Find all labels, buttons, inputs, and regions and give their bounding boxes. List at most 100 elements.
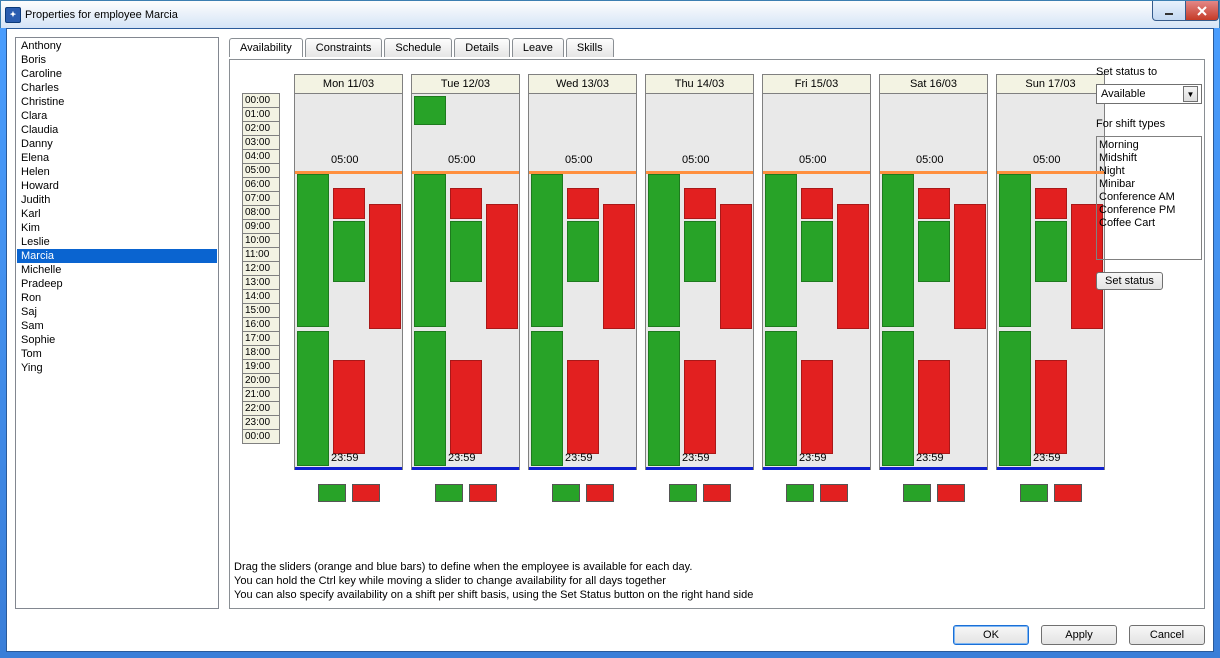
availability-block[interactable]: [999, 174, 1031, 327]
employee-item[interactable]: Ying: [17, 361, 217, 375]
unavailable-block[interactable]: [918, 360, 950, 454]
employee-item[interactable]: Pradeep: [17, 277, 217, 291]
availability-block[interactable]: [882, 174, 914, 327]
employee-item[interactable]: Danny: [17, 137, 217, 151]
shift-type-item[interactable]: Conference PM: [1099, 204, 1199, 217]
close-button[interactable]: [1185, 1, 1219, 21]
unavailable-block[interactable]: [1035, 360, 1067, 454]
availability-start-slider[interactable]: [997, 171, 1104, 174]
employee-item[interactable]: Christine: [17, 95, 217, 109]
availability-end-slider[interactable]: [880, 467, 987, 470]
shift-type-item[interactable]: Night: [1099, 165, 1199, 178]
unavailable-block[interactable]: [801, 188, 833, 219]
availability-block[interactable]: [918, 221, 950, 282]
day-body[interactable]: 05:0023:59: [645, 94, 754, 470]
employee-item[interactable]: Claudia: [17, 123, 217, 137]
employee-item[interactable]: Anthony: [17, 39, 217, 53]
availability-block[interactable]: [765, 174, 797, 327]
shift-type-item[interactable]: Minibar: [1099, 178, 1199, 191]
tab-details[interactable]: Details: [454, 38, 510, 57]
availability-block[interactable]: [648, 174, 680, 327]
employee-item[interactable]: Saj: [17, 305, 217, 319]
availability-block[interactable]: [882, 331, 914, 466]
unavailable-block[interactable]: [684, 360, 716, 454]
employee-list[interactable]: AnthonyBorisCarolineCharlesChristineClar…: [15, 37, 219, 609]
shift-types-list[interactable]: MorningMidshiftNightMinibarConference AM…: [1096, 136, 1202, 260]
availability-block[interactable]: [414, 331, 446, 466]
availability-block[interactable]: [531, 331, 563, 466]
unavailable-block[interactable]: [486, 204, 518, 329]
availability-block[interactable]: [1035, 221, 1067, 282]
employee-item[interactable]: Caroline: [17, 67, 217, 81]
tab-skills[interactable]: Skills: [566, 38, 614, 57]
unavailable-block[interactable]: [333, 360, 365, 454]
employee-item[interactable]: Karl: [17, 207, 217, 221]
availability-block[interactable]: [333, 221, 365, 282]
availability-block[interactable]: [765, 331, 797, 466]
availability-start-slider[interactable]: [763, 171, 870, 174]
employee-item[interactable]: Ron: [17, 291, 217, 305]
employee-item[interactable]: Boris: [17, 53, 217, 67]
tab-leave[interactable]: Leave: [512, 38, 564, 57]
apply-button[interactable]: Apply: [1041, 625, 1117, 645]
availability-block[interactable]: [297, 174, 329, 327]
availability-block[interactable]: [450, 221, 482, 282]
unavailable-block[interactable]: [684, 188, 716, 219]
availability-end-slider[interactable]: [646, 467, 753, 470]
day-body[interactable]: 05:0023:59: [411, 94, 520, 470]
shift-type-item[interactable]: Coffee Cart: [1099, 217, 1199, 230]
day-body[interactable]: 05:0023:59: [879, 94, 988, 470]
unavailable-block[interactable]: [954, 204, 986, 329]
availability-end-slider[interactable]: [997, 467, 1104, 470]
employee-item[interactable]: Sophie: [17, 333, 217, 347]
employee-item[interactable]: Howard: [17, 179, 217, 193]
availability-block[interactable]: [414, 174, 446, 327]
employee-item[interactable]: Leslie: [17, 235, 217, 249]
employee-item[interactable]: Clara: [17, 109, 217, 123]
unavailable-block[interactable]: [450, 360, 482, 454]
day-body[interactable]: 05:0023:59: [528, 94, 637, 470]
day-body[interactable]: 05:0023:59: [762, 94, 871, 470]
availability-block[interactable]: [648, 331, 680, 466]
tab-constraints[interactable]: Constraints: [305, 38, 383, 57]
day-body[interactable]: 05:0023:59: [996, 94, 1105, 470]
cancel-button[interactable]: Cancel: [1129, 625, 1205, 645]
tab-availability[interactable]: Availability: [229, 38, 303, 57]
employee-item[interactable]: Michelle: [17, 263, 217, 277]
availability-block[interactable]: [999, 331, 1031, 466]
unavailable-block[interactable]: [1035, 188, 1067, 219]
employee-item[interactable]: Judith: [17, 193, 217, 207]
employee-item[interactable]: Elena: [17, 151, 217, 165]
unavailable-block[interactable]: [567, 188, 599, 219]
day-body[interactable]: 05:0023:59: [294, 94, 403, 470]
shift-type-item[interactable]: Morning: [1099, 139, 1199, 152]
ok-button[interactable]: OK: [953, 625, 1029, 645]
employee-item[interactable]: Charles: [17, 81, 217, 95]
availability-block[interactable]: [531, 174, 563, 327]
availability-end-slider[interactable]: [763, 467, 870, 470]
employee-item[interactable]: Kim: [17, 221, 217, 235]
set-status-button[interactable]: Set status: [1096, 272, 1163, 290]
unavailable-block[interactable]: [801, 360, 833, 454]
unavailable-block[interactable]: [603, 204, 635, 329]
availability-block[interactable]: [684, 221, 716, 282]
unavailable-block[interactable]: [918, 188, 950, 219]
availability-start-slider[interactable]: [529, 171, 636, 174]
tab-schedule[interactable]: Schedule: [384, 38, 452, 57]
availability-start-slider[interactable]: [646, 171, 753, 174]
unavailable-block[interactable]: [450, 188, 482, 219]
unavailable-block[interactable]: [567, 360, 599, 454]
availability-end-slider[interactable]: [412, 467, 519, 470]
employee-item[interactable]: Marcia: [17, 249, 217, 263]
availability-block[interactable]: [801, 221, 833, 282]
unavailable-block[interactable]: [720, 204, 752, 329]
employee-item[interactable]: Tom: [17, 347, 217, 361]
availability-end-slider[interactable]: [529, 467, 636, 470]
employee-item[interactable]: Sam: [17, 319, 217, 333]
availability-block[interactable]: [567, 221, 599, 282]
unavailable-block[interactable]: [333, 188, 365, 219]
availability-start-slider[interactable]: [880, 171, 987, 174]
availability-start-slider[interactable]: [412, 171, 519, 174]
availability-start-slider[interactable]: [295, 171, 402, 174]
availability-end-slider[interactable]: [295, 467, 402, 470]
